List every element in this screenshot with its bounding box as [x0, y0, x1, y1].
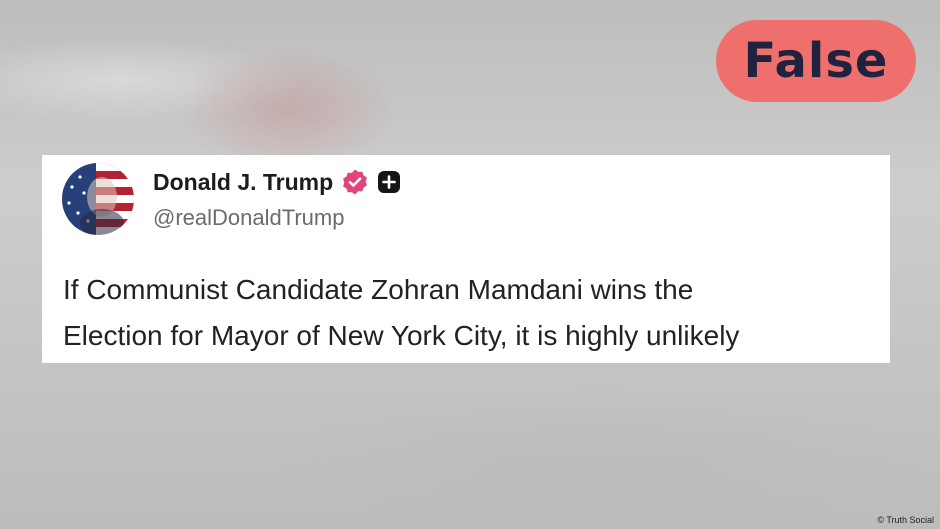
verdict-badge: False	[716, 20, 916, 102]
post-card: Donald J. Trump @realDonaldTrump If Comm…	[42, 155, 890, 363]
author-handle[interactable]: @realDonaldTrump	[153, 205, 344, 231]
post-text-line: Election for Mayor of New York City, it …	[63, 320, 740, 351]
post-text: If Communist Candidate Zohran Mamdani wi…	[63, 267, 883, 359]
author-row: Donald J. Trump	[153, 167, 401, 197]
verdict-label: False	[743, 33, 889, 89]
plus-badge-icon	[377, 170, 401, 194]
verified-badge-icon	[341, 168, 369, 196]
profile-avatar-icon[interactable]	[62, 163, 134, 235]
author-name[interactable]: Donald J. Trump	[153, 169, 333, 196]
post-text-line: If Communist Candidate Zohran Mamdani wi…	[63, 274, 694, 305]
image-credit: © Truth Social	[877, 515, 934, 525]
